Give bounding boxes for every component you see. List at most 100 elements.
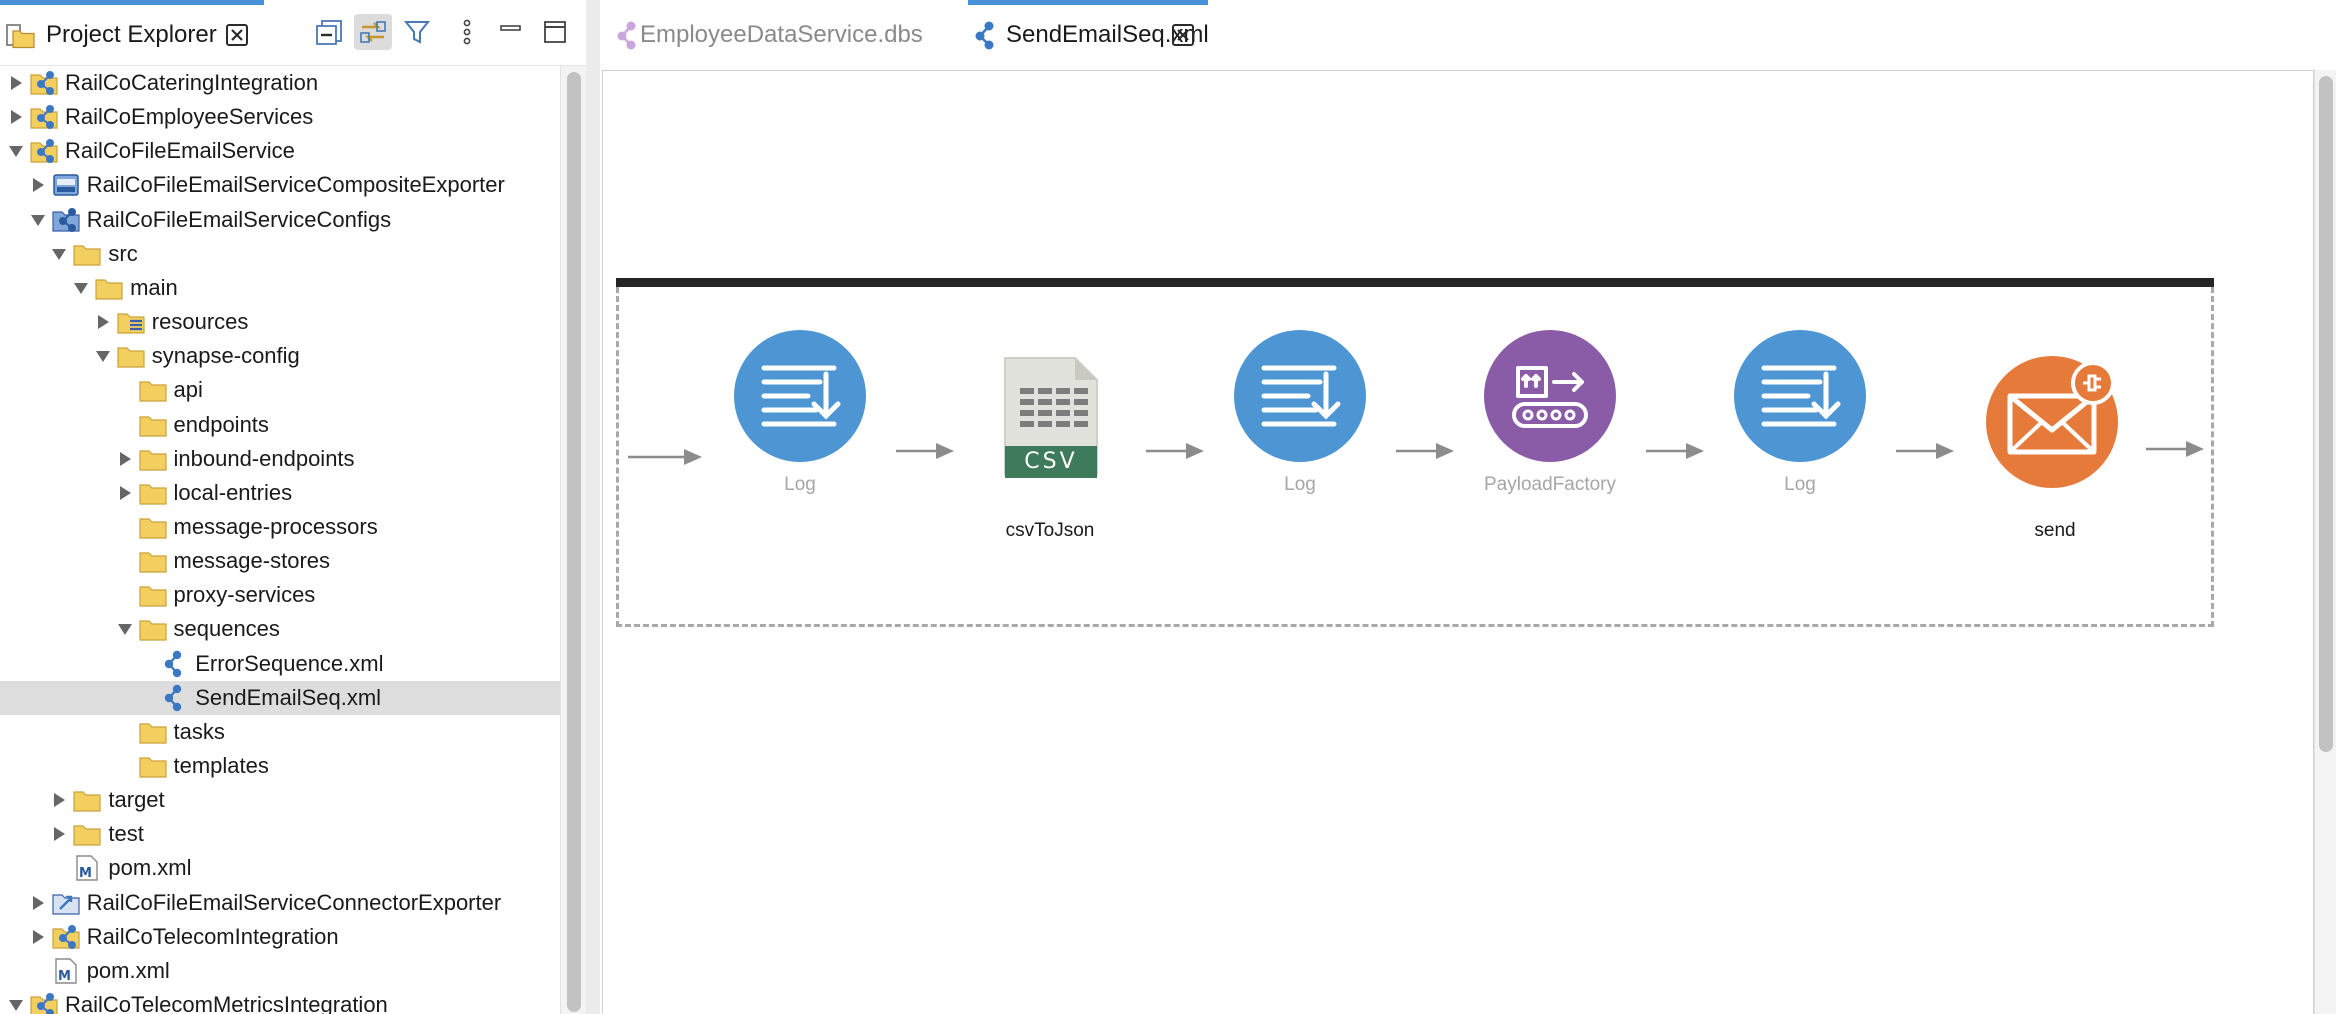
tree-item-label: main bbox=[130, 275, 178, 300]
tree-item[interactable]: RailCoFileEmailServiceConnectorExporter bbox=[0, 886, 560, 920]
sequence-file-icon bbox=[974, 20, 1000, 50]
tree-item[interactable]: synapse-config bbox=[0, 339, 560, 373]
log-mediator[interactable]: Log bbox=[1234, 330, 1366, 500]
chevron-right-icon[interactable] bbox=[117, 485, 133, 501]
minimize-button[interactable] bbox=[492, 14, 530, 50]
maximize-button[interactable] bbox=[536, 14, 574, 50]
tree-item[interactable]: local-entries bbox=[0, 476, 560, 510]
email-send-connector[interactable]: send bbox=[1980, 352, 2130, 564]
flow-arrow bbox=[1896, 443, 1954, 459]
tree-vertical-scrollbar[interactable] bbox=[560, 66, 586, 1014]
tree-item[interactable]: RailCoFileEmailService bbox=[0, 134, 560, 168]
tree-item-label: sequences bbox=[173, 616, 280, 641]
tab-send-email-seq[interactable]: SendEmailSeq.xml bbox=[968, 0, 1260, 66]
tab-employee-data-service[interactable]: EmployeeDataService.dbs bbox=[608, 0, 923, 66]
chevron-down-icon[interactable] bbox=[8, 997, 24, 1013]
project-icon bbox=[52, 923, 80, 951]
tree-item[interactable]: tasks bbox=[0, 715, 560, 749]
tree-item[interactable]: RailCoCateringIntegration bbox=[0, 66, 560, 100]
chevron-down-icon[interactable] bbox=[73, 280, 89, 296]
chevron-right-icon[interactable] bbox=[30, 177, 46, 193]
tree-item[interactable]: ErrorSequence.xml bbox=[0, 647, 560, 681]
tree-item-label: target bbox=[108, 787, 165, 812]
tree-item[interactable]: sequences bbox=[0, 612, 560, 646]
tree-item[interactable]: Mpom.xml bbox=[0, 954, 560, 988]
tree-item-label: RailCoTelecomMetricsIntegration bbox=[65, 992, 388, 1014]
panel-sash[interactable] bbox=[586, 0, 600, 1014]
maximize-icon bbox=[544, 21, 566, 43]
project-explorer-icon bbox=[6, 22, 36, 50]
chevron-right-icon[interactable] bbox=[51, 792, 67, 808]
tree-item[interactable]: RailCoFileEmailServiceConfigs bbox=[0, 203, 560, 237]
tree-item[interactable]: test bbox=[0, 817, 560, 851]
tree-item[interactable]: RailCoEmployeeServices bbox=[0, 100, 560, 134]
tree-item[interactable]: api bbox=[0, 373, 560, 407]
active-tab-indicator bbox=[0, 0, 264, 5]
canvas-vertical-scrollbar[interactable] bbox=[2314, 70, 2336, 1014]
tree-item[interactable]: proxy-services bbox=[0, 578, 560, 612]
folder-icon bbox=[138, 376, 167, 404]
tab-project-explorer[interactable]: Project Explorer bbox=[0, 0, 264, 66]
scrollbar-thumb[interactable] bbox=[2319, 76, 2333, 752]
collapse-all-button[interactable] bbox=[310, 14, 348, 50]
chevron-down-icon[interactable] bbox=[8, 143, 24, 159]
tree-item[interactable]: Mpom.xml bbox=[0, 851, 560, 885]
tree-item[interactable]: inbound-endpoints bbox=[0, 442, 560, 476]
folder-icon bbox=[138, 513, 167, 541]
link-with-editor-button[interactable] bbox=[354, 14, 392, 50]
tree-item[interactable]: SendEmailSeq.xml bbox=[0, 681, 560, 715]
project-icon bbox=[30, 103, 58, 131]
tree-item[interactable]: target bbox=[0, 783, 560, 817]
log-mediator[interactable]: Log bbox=[1734, 330, 1866, 500]
folder-icon bbox=[138, 581, 167, 609]
log-mediator[interactable]: Log bbox=[734, 330, 866, 500]
tree-item[interactable]: message-processors bbox=[0, 510, 560, 544]
chevron-right-icon[interactable] bbox=[117, 451, 133, 467]
close-icon[interactable] bbox=[1170, 22, 1196, 48]
tree-item[interactable]: RailCoTelecomIntegration bbox=[0, 920, 560, 954]
filter-button[interactable] bbox=[398, 14, 436, 50]
tree-item[interactable]: resources bbox=[0, 305, 560, 339]
chevron-right-icon[interactable] bbox=[51, 826, 67, 842]
chevron-down-icon[interactable] bbox=[51, 246, 67, 262]
view-menu-button[interactable] bbox=[448, 14, 486, 50]
tree-item[interactable]: src bbox=[0, 237, 560, 271]
chevron-down-icon[interactable] bbox=[117, 621, 133, 637]
chevron-right-icon[interactable] bbox=[8, 109, 24, 125]
mediator-label: send bbox=[2034, 520, 2076, 541]
tree-item[interactable]: RailCoFileEmailServiceCompositeExporter bbox=[0, 168, 560, 202]
flow-arrow bbox=[1146, 443, 1204, 459]
tree-item[interactable]: RailCoTelecomMetricsIntegration bbox=[0, 988, 560, 1014]
tree-item[interactable]: endpoints bbox=[0, 408, 560, 442]
scrollbar-thumb[interactable] bbox=[567, 72, 581, 1012]
tree-item-label: endpoints bbox=[173, 412, 269, 437]
link-with-editor-icon bbox=[360, 21, 386, 43]
project-tree: RailCoCateringIntegration RailCoEmployeeS… bbox=[0, 66, 560, 1014]
chevron-right-icon[interactable] bbox=[8, 75, 24, 91]
flow-arrow bbox=[2146, 441, 2204, 457]
chevron-down-icon[interactable] bbox=[30, 212, 46, 228]
tree-item[interactable]: templates bbox=[0, 749, 560, 783]
tree-item-label: src bbox=[108, 241, 138, 266]
folder-icon bbox=[117, 342, 145, 370]
mediator-label: Log bbox=[784, 474, 816, 495]
log-mediator-icon bbox=[1234, 330, 1366, 462]
tree-item-label: RailCoFileEmailServiceConnectorExporter bbox=[86, 890, 502, 915]
chevron-right-icon[interactable] bbox=[30, 895, 46, 911]
chevron-right-icon[interactable] bbox=[95, 314, 111, 330]
csv-badge-text: CSV bbox=[1024, 449, 1078, 474]
tree-item[interactable]: message-stores bbox=[0, 544, 560, 578]
resources-folder-icon bbox=[117, 308, 145, 336]
tree-item[interactable]: main bbox=[0, 271, 560, 305]
close-icon[interactable] bbox=[224, 22, 250, 48]
tree-item-label: local-entries bbox=[173, 480, 293, 505]
chevron-down-icon[interactable] bbox=[95, 348, 111, 364]
csv-mediator[interactable]: CSV csvToJson bbox=[980, 352, 1120, 564]
tree-item-label: synapse-config bbox=[151, 343, 300, 368]
folder-icon bbox=[138, 445, 167, 473]
tree-item-label: RailCoTelecomIntegration bbox=[86, 924, 339, 949]
payload-factory-icon bbox=[1484, 330, 1616, 462]
tree-item-label: RailCoCateringIntegration bbox=[65, 70, 319, 95]
payload-factory-mediator[interactable]: PayloadFactory bbox=[1464, 330, 1636, 500]
chevron-right-icon[interactable] bbox=[30, 929, 46, 945]
